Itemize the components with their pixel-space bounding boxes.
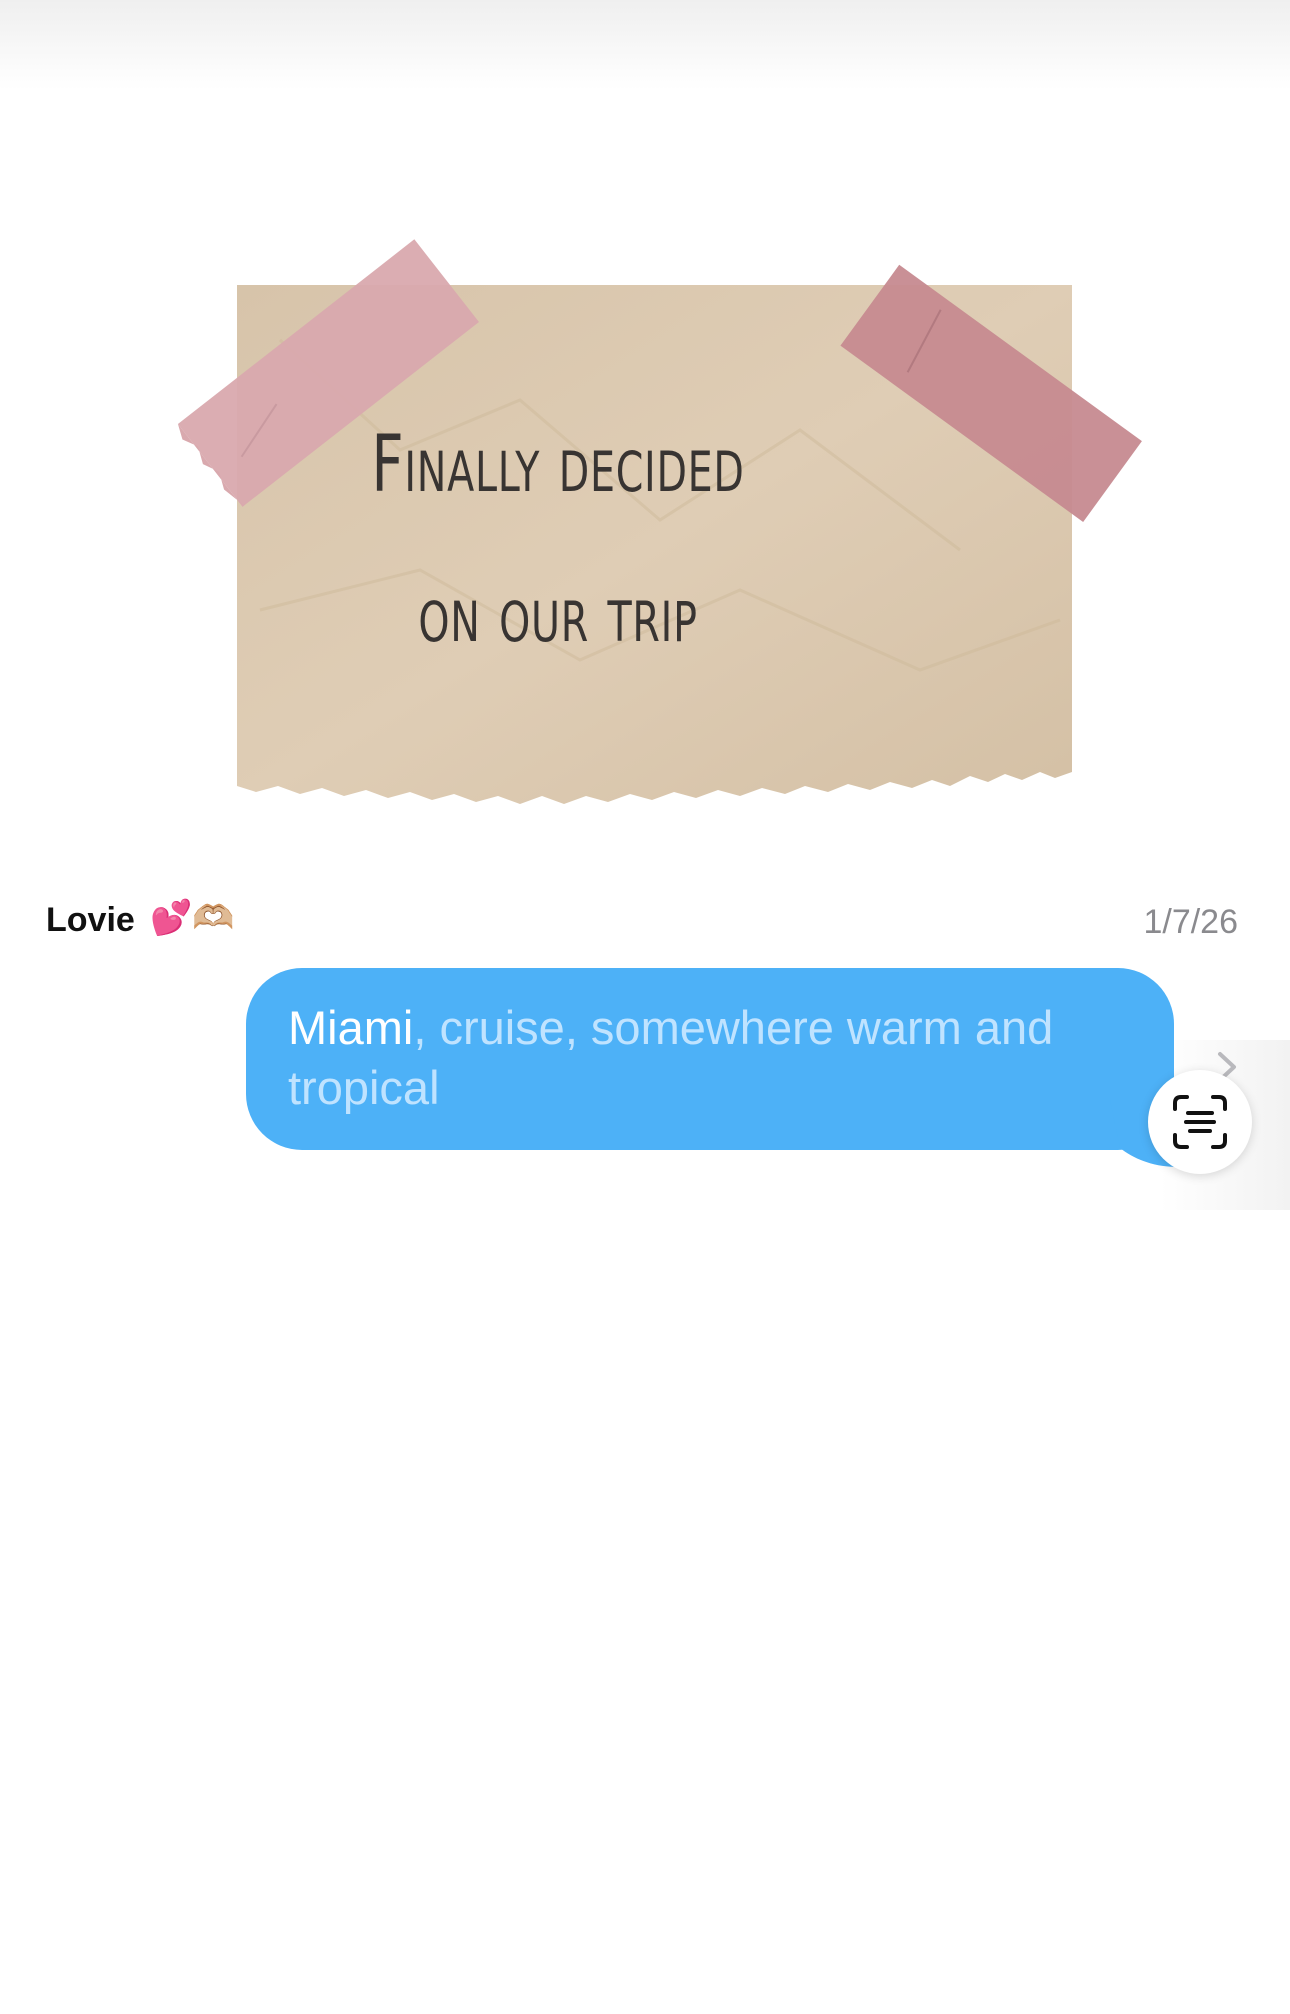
live-text-scan-icon (1173, 1095, 1227, 1149)
message-text: Miami, cruise, somewhere warm and tropic… (288, 998, 1148, 1118)
message-bubble[interactable]: Miami, cruise, somewhere warm and tropic… (246, 968, 1174, 1150)
trip-note-image[interactable]: Finally decided on our trip (100, 190, 1190, 850)
note-title: Finally decided on our trip (371, 420, 745, 660)
sender-emojis: 💕🫶🏼 (150, 899, 235, 937)
top-shadow (0, 0, 1290, 90)
message-first-word: Miami (288, 1001, 414, 1054)
sender-name: Lovie (46, 901, 135, 939)
live-text-scan-button[interactable] (1148, 1070, 1252, 1174)
message-timestamp: 1/7/26 (1143, 903, 1238, 941)
